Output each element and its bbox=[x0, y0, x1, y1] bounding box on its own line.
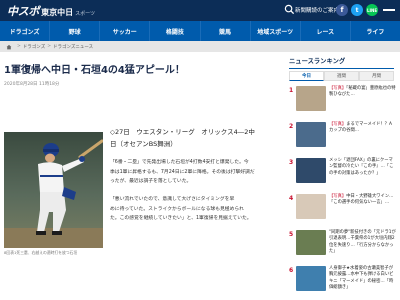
ranking-headline: 【写真】「秘蔵の宴」豊原紘也の特製ひなびた… bbox=[329, 83, 396, 119]
article-photo[interactable] bbox=[4, 132, 103, 248]
tab-weekly[interactable]: 週間 bbox=[324, 71, 359, 81]
ranking-headline: 【写真】中日・大野雄大ワイン…「この選手の何気ない一言」… bbox=[329, 191, 396, 227]
breadcrumb: > ドラゴンズ > ドラゴンズニュース bbox=[0, 41, 400, 52]
logo-main-text: 中スポ bbox=[7, 5, 40, 18]
ranking-headline: "同期の夢"新技付きの「元ドラ1が引退表明…千葉県の1が大垣内翔2位を失速り…「… bbox=[329, 227, 396, 263]
nav-item-baseball[interactable]: 野球 bbox=[50, 21, 101, 41]
ranking-thumbnail bbox=[296, 266, 326, 291]
nav-item-soccer[interactable]: サッカー bbox=[100, 21, 151, 41]
nav-item-race[interactable]: レース bbox=[301, 21, 351, 41]
paragraph-line: た。この感覚を継続していきたい」と、1軍復帰を見据えていた。 bbox=[110, 216, 252, 221]
hamburger-menu-icon[interactable] bbox=[383, 4, 395, 16]
ranking-thumbnail bbox=[296, 158, 326, 183]
ranking-headline: 【写真】まるでマーメイド！？Aカップの谷間… bbox=[329, 119, 396, 155]
headline-tag: 【写真】 bbox=[329, 86, 347, 91]
paragraph-line: 季は1軍に昇格するも、7月24日に2軍に降格。その後は打撃好調だ bbox=[110, 169, 255, 175]
nav-item-fighting[interactable]: 格闘技 bbox=[150, 21, 201, 41]
rank-number: 4 bbox=[289, 195, 294, 202]
ranking-item[interactable]: 3 メッシ「退団FAX」の裏にクーマン監督の冷たい『この手』…「この手の対策はあ… bbox=[289, 155, 396, 191]
rank-number: 1 bbox=[289, 87, 294, 94]
tab-today[interactable]: 今日 bbox=[289, 71, 324, 81]
article-title: 1軍復帰へ中日・石垣4の4猛アピール！ bbox=[4, 65, 185, 76]
photo-caption: 8回表1死三塁、右越えの適時打を放つ石垣 bbox=[4, 250, 78, 255]
ranking-item[interactable]: 6 人身御子★水着姿の古瀬美智子が胸元披露…水中下も弾ける白いビキニ「マーメイド… bbox=[289, 263, 396, 299]
article-paragraph: 「6番・二塁」で先発出場した石垣が4打数4安打と爆発した。今 季は1軍に昇格する… bbox=[110, 158, 282, 187]
paragraph-line: 「6番・二塁」で先発出場した石垣が4打数4安打と爆発した。今 bbox=[110, 160, 249, 165]
headline-text: メッシ「退団FAX」の裏にクーマン監督の冷たい『この手』…「この手の対策はあった… bbox=[329, 158, 394, 176]
ranking-item[interactable]: 1 【写真】「秘蔵の宴」豊原紘也の特製ひなびた… bbox=[289, 83, 396, 119]
rank-number: 5 bbox=[289, 231, 294, 238]
article-main: 1軍復帰へ中日・石垣4の4猛アピール！ 2020年8月28日 11時18分 8回… bbox=[0, 52, 284, 300]
ranking-thumbnail bbox=[296, 230, 326, 255]
article-paragraph: 「悪い流れでいたので、意識して大げさにタイミングを早 めに待っていた。ストライク… bbox=[110, 195, 282, 224]
rank-number: 3 bbox=[289, 159, 294, 166]
ranking-item[interactable]: 4 【写真】中日・大野雄大ワイン…「この選手の何気ない一言」… bbox=[289, 191, 396, 227]
site-header: 中スポ 東京中日 スポーツ 新聞購読のご案内 f t LINE bbox=[0, 0, 400, 21]
breadcrumb-item-dragons[interactable]: ドラゴンズ bbox=[23, 44, 45, 50]
breadcrumb-separator: > bbox=[17, 44, 21, 49]
facebook-icon[interactable]: f bbox=[336, 4, 348, 16]
rank-number: 2 bbox=[289, 123, 294, 130]
nav-item-local-sports[interactable]: 地域スポーツ bbox=[251, 21, 301, 41]
category-nav: ドラゴンズ 野球 サッカー 格闘技 競馬 地域スポーツ レース ライフ bbox=[0, 21, 400, 41]
ranking-headline: メッシ「退団FAX」の裏にクーマン監督の冷たい『この手』…「この手の対策はあった… bbox=[329, 155, 396, 191]
lead-line: 日（オセアンBS舞洲） bbox=[110, 140, 177, 148]
article-date: 2020年8月28日 11時18分 bbox=[4, 82, 60, 87]
ranking-thumbnail bbox=[296, 194, 326, 219]
ranking-tabs: 今日 週間 月間 bbox=[289, 71, 394, 81]
news-ranking-sidebar: ニュースランキング 今日 週間 月間 1 【写真】「秘蔵の宴」豊原紘也の特製ひな… bbox=[285, 52, 400, 300]
tab-monthly[interactable]: 月間 bbox=[359, 71, 394, 81]
line-icon[interactable]: LINE bbox=[366, 4, 378, 16]
ranking-thumbnail bbox=[296, 122, 326, 147]
home-icon[interactable] bbox=[6, 44, 12, 50]
paragraph-line: 「悪い流れでいたので、意識して大げさにタイミングを早 bbox=[110, 197, 235, 202]
twitter-icon[interactable]: t bbox=[351, 4, 363, 16]
nav-item-life[interactable]: ライフ bbox=[351, 21, 400, 41]
breadcrumb-separator: > bbox=[47, 44, 51, 49]
breadcrumb-item-dragons-news[interactable]: ドラゴンズニュース bbox=[53, 44, 93, 50]
logo-web-text: スポーツ bbox=[75, 11, 96, 17]
headline-text: 人身御子★水着姿の古瀬美智子が胸元披露…水中下も弾ける白いビキニ「マーメイド」の… bbox=[329, 266, 394, 290]
ranking-thumbnail bbox=[296, 86, 326, 111]
paragraph-line: めに待っていた。ストライクからボールになる球も見極められ bbox=[110, 206, 244, 212]
subscription-link[interactable]: 新聞購読のご案内 bbox=[295, 6, 339, 14]
logo-sub-text: 東京中日 bbox=[41, 8, 74, 17]
site-logo[interactable]: 中スポ 東京中日 スポーツ bbox=[7, 3, 95, 18]
headline-text: "同期の夢"新技付きの「元ドラ1が引退表明…千葉県の1が大垣内翔2位を失速り…「… bbox=[329, 230, 396, 254]
search-icon[interactable] bbox=[284, 4, 295, 15]
ranking-item[interactable]: 5 "同期の夢"新技付きの「元ドラ1が引退表明…千葉県の1が大垣内翔2位を失速り… bbox=[289, 227, 396, 263]
paragraph-line: ったが、最近は調子を落としていた。 bbox=[110, 179, 192, 184]
headline-tag: 【写真】 bbox=[329, 194, 347, 199]
lead-line: ◇27日 ウエスタン・リーグ オリックス4―2中 bbox=[110, 128, 255, 136]
rank-number: 6 bbox=[289, 267, 294, 274]
ranking-heading: ニュースランキング bbox=[289, 56, 394, 69]
article-lead: ◇27日 ウエスタン・リーグ オリックス4―2中 日（オセアンBS舞洲） bbox=[110, 126, 282, 150]
ranking-headline: 人身御子★水着姿の古瀬美智子が胸元披露…水中下も弾ける白いビキニ「マーメイド」の… bbox=[329, 263, 396, 299]
ranking-item[interactable]: 2 【写真】まるでマーメイド！？Aカップの谷間… bbox=[289, 119, 396, 155]
headline-tag: 【写真】 bbox=[329, 122, 347, 127]
nav-item-dragons[interactable]: ドラゴンズ bbox=[0, 21, 51, 41]
nav-item-keiba[interactable]: 競馬 bbox=[201, 21, 251, 41]
